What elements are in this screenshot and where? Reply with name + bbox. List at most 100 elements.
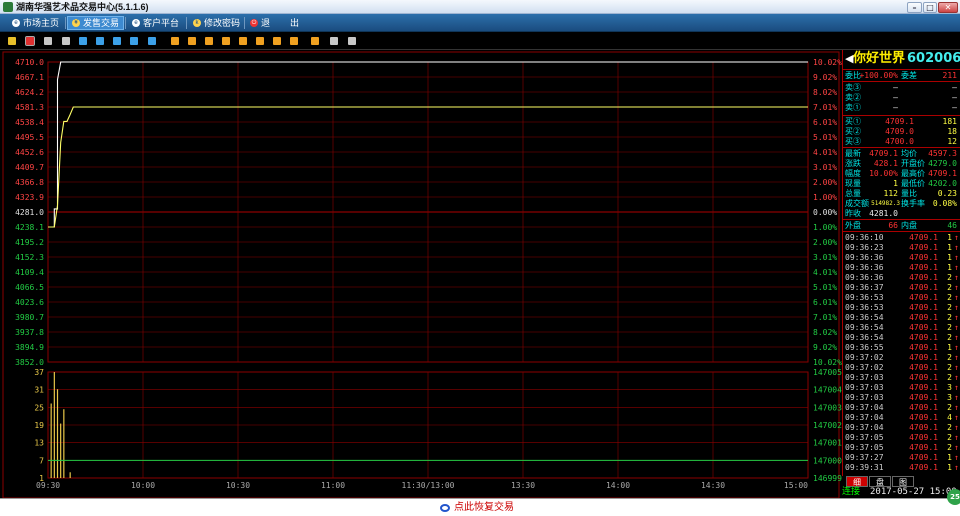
f2-icon[interactable] [188, 37, 196, 45]
stat-label: 换手率 [901, 199, 925, 208]
tick-price: 4709.1 [909, 243, 938, 252]
ask-row: 卖③ — — [843, 83, 960, 93]
up-arrow-icon: ↑ [954, 313, 959, 322]
up-arrow-icon: ↑ [954, 353, 959, 362]
volume-tick-label: 37 [34, 368, 44, 377]
draw-icon[interactable] [330, 37, 338, 45]
outer-inner-row: 外盘 66 内盘 46 [843, 221, 960, 231]
list-icon[interactable] [79, 37, 87, 45]
tick-time: 09:36:36 [845, 253, 884, 262]
tick-volume: 2 [947, 333, 952, 342]
settings-icon[interactable] [348, 37, 356, 45]
time-tick-label: 14:30 [701, 481, 725, 490]
bar-chart-icon[interactable] [8, 37, 16, 45]
f8-icon[interactable] [290, 37, 298, 45]
bid-price: 4709.1 [885, 117, 914, 126]
pct-tick-label: 1.00% [813, 223, 837, 232]
pct-tick-label: 5.01% [813, 133, 837, 142]
menu-exit[interactable]: ⏻ 退 [246, 16, 274, 30]
tick-row: 09:36:36 4709.1 1 ↑ [843, 253, 960, 263]
tick-price: 4709.1 [909, 303, 938, 312]
maximize-button[interactable]: □ [923, 2, 937, 13]
up-arrow-icon: ↑ [954, 263, 959, 272]
tick-time: 09:36:54 [845, 333, 884, 342]
tick-row: 09:36:55 4709.1 1 ↑ [843, 343, 960, 353]
line-chart-icon[interactable] [25, 36, 35, 46]
resume-trading-link[interactable]: 点此恢复交易 [440, 501, 514, 514]
up-arrow-icon: ↑ [954, 393, 959, 402]
q3-icon[interactable] [130, 37, 138, 45]
q1-icon[interactable] [96, 37, 104, 45]
quote-panel: ◀ 你好世界 602006 委比 +100.00% 委差 211 卖③ — — 卖② — — 卖① — —… [842, 50, 960, 498]
f7-icon[interactable] [273, 37, 281, 45]
pct-tick-label: 7.01% [813, 313, 837, 322]
app-icon [3, 2, 13, 12]
ask-row: 卖① — — [843, 103, 960, 113]
pct-tick-label: 9.02% [813, 73, 837, 82]
price-tick-label: 4452.6 [15, 148, 44, 157]
bid-row: 买③ 4700.0 12 [843, 137, 960, 147]
tick-volume: 4 [947, 413, 952, 422]
f4-icon[interactable] [222, 37, 230, 45]
menu-divider [186, 17, 187, 29]
price-tick-label: 4409.7 [15, 163, 44, 172]
notification-badge[interactable]: 25 [947, 489, 960, 505]
f3-icon[interactable] [205, 37, 213, 45]
tick-volume: 2 [947, 443, 952, 452]
connection-status: 连接 [842, 487, 861, 497]
volume-tick-label: 13 [34, 439, 44, 448]
volume-right-label: 147003 [813, 403, 842, 412]
f9-icon[interactable] [311, 37, 319, 45]
price-tick-label: 4238.1 [15, 223, 44, 232]
volume-right-label: 147004 [813, 386, 842, 395]
chart-svg: 4710.0 10.02% 4667.1 9.02% 4624.2 8.02% 4581.3… [2, 51, 842, 499]
tick-row: 09:37:04 4709.1 2 ↑ [843, 403, 960, 413]
tab-chart[interactable]: 图 [892, 476, 914, 487]
ask-label: 卖② [845, 93, 861, 102]
tick-price: 4709.1 [909, 253, 938, 262]
tick-row: 09:36:54 4709.1 2 ↑ [843, 333, 960, 343]
tick-price: 4709.1 [909, 293, 938, 302]
stock-header: ◀ 你好世界 602006 [843, 50, 960, 68]
tab-detail[interactable]: 细 [846, 476, 868, 487]
f5-icon[interactable] [239, 37, 247, 45]
pct-tick-label: 0.00% [813, 208, 837, 217]
x-icon[interactable] [148, 37, 156, 45]
f1-icon[interactable] [171, 37, 179, 45]
menu-trading[interactable]: ¥ 发售交易 [67, 16, 125, 30]
tick-volume: 1 [947, 243, 952, 252]
price-tick-label: 4023.6 [15, 298, 44, 307]
key-icon: k [193, 19, 201, 27]
stat-value: 0.08% [932, 199, 957, 208]
up-arrow-icon: ↑ [954, 323, 959, 332]
weicha-value: 211 [942, 71, 957, 80]
tick-price: 4709.1 [909, 373, 938, 382]
menu-client-platform[interactable]: e 客户平台 [128, 16, 183, 30]
q2-icon[interactable] [113, 37, 121, 45]
tick-time: 09:36:55 [845, 343, 884, 352]
menu-change-password[interactable]: k 修改密码 [189, 16, 244, 30]
price-tick-label: 4366.8 [15, 178, 44, 187]
pct-tick-label: 2.00% [813, 238, 837, 247]
tab-book[interactable]: 盘 [869, 476, 891, 487]
stat-row: 最新 4709.1 均价 4597.3 [843, 149, 960, 159]
menu-label: 客户平台 [143, 18, 180, 28]
tick-price: 4709.1 [909, 443, 938, 452]
outer-label: 外盘 [845, 221, 861, 230]
tick-volume: 1 [947, 233, 952, 242]
prev-stock-icon[interactable]: ◀ [845, 50, 853, 68]
up-arrow-icon: ↑ [954, 273, 959, 282]
minimize-button[interactable]: – [907, 2, 922, 13]
f6-icon[interactable] [256, 37, 264, 45]
table-icon[interactable] [62, 37, 70, 45]
ask-volume: — [952, 83, 957, 92]
menu-exit-2[interactable]: 出 [286, 16, 303, 30]
candlestick-icon[interactable] [44, 37, 52, 45]
stat-row: 涨跌 428.1 开盘价 4279.0 [843, 159, 960, 169]
tick-row: 09:37:03 4709.1 3 ↑ [843, 393, 960, 403]
tick-price: 4709.1 [909, 313, 938, 322]
close-button[interactable]: ✕ [938, 2, 958, 13]
stat-row: 总量 112 量比 0.23 [843, 189, 960, 199]
menu-market-home[interactable]: e 市场主页 [8, 16, 63, 30]
tick-row: 09:36:54 4709.1 2 ↑ [843, 313, 960, 323]
